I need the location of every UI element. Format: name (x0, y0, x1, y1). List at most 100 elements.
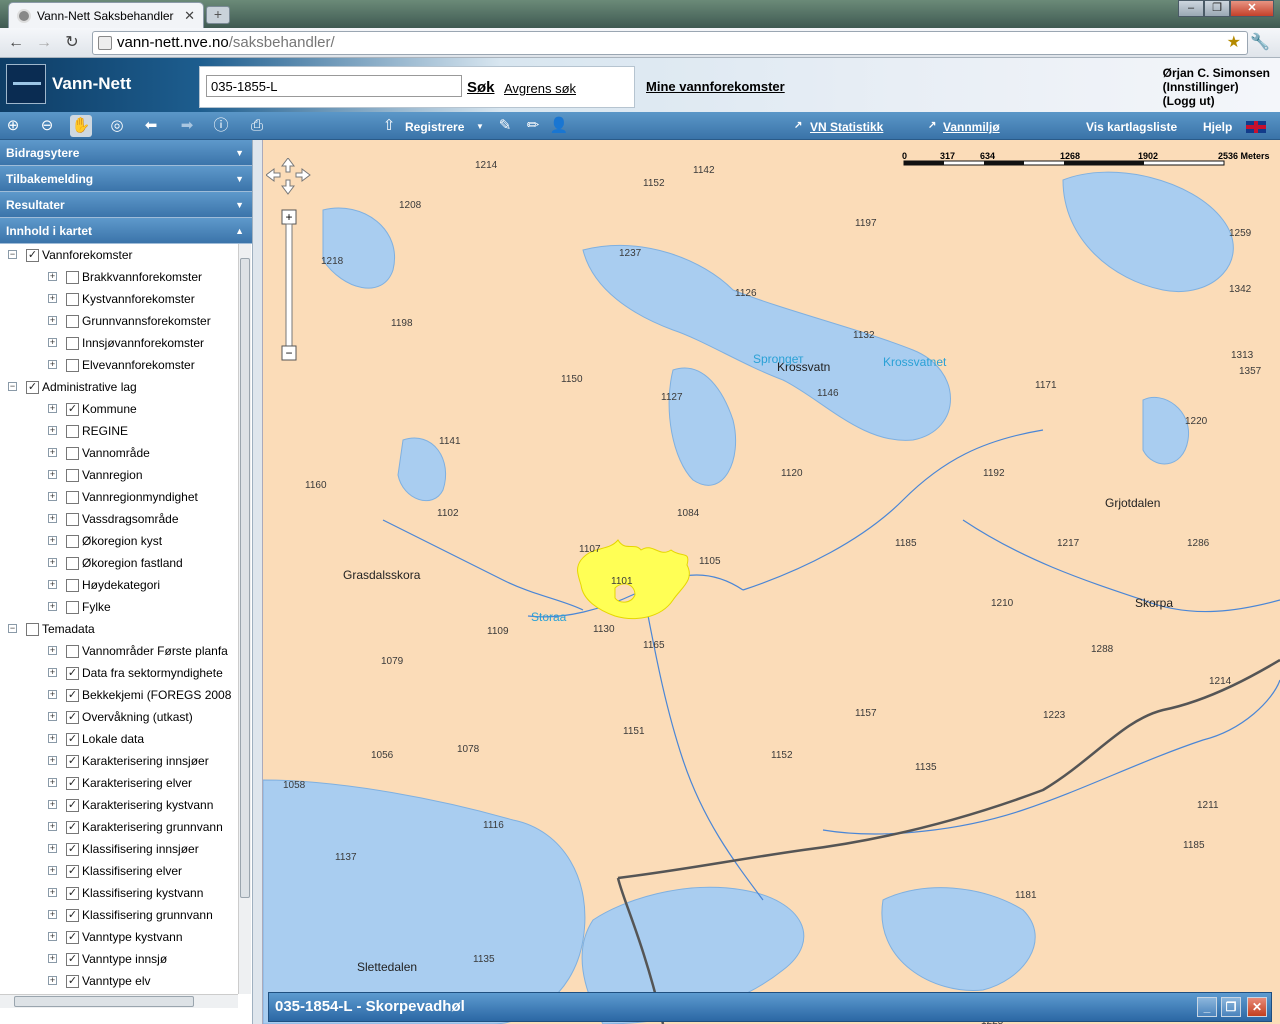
layer-checkbox[interactable] (66, 315, 79, 328)
expand-icon[interactable]: + (48, 448, 57, 457)
layer-checkbox[interactable] (66, 645, 79, 658)
tree-row[interactable]: − ✓ Vannforekomster (0, 244, 238, 266)
sidebar-splitter[interactable] (253, 140, 263, 1024)
reload-icon[interactable]: ↻ (62, 33, 82, 53)
panel-resultater[interactable]: Resultater ▼ (0, 192, 252, 218)
layer-checkbox[interactable]: ✓ (66, 843, 79, 856)
tree-row[interactable]: + ✓ Karakterisering kystvann (0, 794, 238, 816)
vn-statistics-link[interactable]: VN Statistikk (810, 120, 883, 134)
tree-row[interactable]: + ✓ Vanntype elv (0, 970, 238, 992)
refine-search-link[interactable]: Avgrens søk (504, 81, 576, 96)
browser-tab[interactable]: Vann-Nett Saksbehandler ✕ (8, 2, 204, 28)
tree-row[interactable]: + ✓ Klassifisering innsjøer (0, 838, 238, 860)
layer-checkbox[interactable] (26, 623, 39, 636)
expand-icon[interactable]: + (48, 536, 57, 545)
panel-maximize-icon[interactable]: ❐ (1221, 997, 1241, 1017)
panel-tilbakemelding[interactable]: Tilbakemelding ▼ (0, 166, 252, 192)
expand-icon[interactable]: + (48, 976, 57, 985)
layer-checkbox[interactable] (66, 271, 79, 284)
layer-checkbox[interactable]: ✓ (66, 733, 79, 746)
tree-row[interactable]: + Vannområde (0, 442, 238, 464)
tree-vertical-scrollbar[interactable] (238, 244, 251, 994)
tree-row[interactable]: + Vannregionmyndighet (0, 486, 238, 508)
next-extent-icon[interactable]: ➡ (176, 115, 198, 137)
tree-row[interactable]: + ✓ Data fra sektormyndighete (0, 662, 238, 684)
maximize-icon[interactable]: ❐ (1204, 0, 1230, 17)
pan-south-icon[interactable] (281, 179, 295, 195)
expand-icon[interactable]: + (48, 470, 57, 479)
layer-checkbox[interactable] (66, 293, 79, 306)
tree-row[interactable]: + ✓ Karakterisering grunnvann (0, 816, 238, 838)
layer-list-link[interactable]: Vis kartlagsliste (1086, 120, 1177, 134)
expand-icon[interactable]: + (48, 646, 57, 655)
tree-row[interactable]: + Høydekategori (0, 574, 238, 596)
layer-checkbox[interactable]: ✓ (66, 711, 79, 724)
wrench-icon[interactable]: 🔧 (1250, 32, 1270, 52)
expand-icon[interactable]: + (48, 316, 57, 325)
url-bar[interactable]: vann-nett.nve.no/saksbehandler/ ★ (92, 31, 1248, 55)
panel-close-icon[interactable]: ✕ (1247, 997, 1267, 1017)
layer-checkbox[interactable]: ✓ (66, 777, 79, 790)
layer-checkbox[interactable] (66, 359, 79, 372)
expand-icon[interactable]: + (48, 756, 57, 765)
expand-icon[interactable]: + (48, 558, 57, 567)
layer-checkbox[interactable]: ✓ (26, 381, 39, 394)
layer-checkbox[interactable]: ✓ (66, 887, 79, 900)
pan-hand-icon[interactable]: ✋ (70, 115, 92, 137)
expand-icon[interactable]: + (48, 338, 57, 347)
panel-minimize-icon[interactable]: _ (1197, 997, 1217, 1017)
uk-flag-icon[interactable] (1246, 121, 1266, 133)
tree-row[interactable]: − Temadata (0, 618, 238, 640)
minimize-icon[interactable]: – (1178, 0, 1204, 17)
layer-checkbox[interactable]: ✓ (66, 865, 79, 878)
search-input[interactable] (206, 75, 462, 97)
expand-icon[interactable]: + (48, 404, 57, 413)
draw-pencil-icon[interactable]: ✏ (522, 115, 544, 137)
expand-icon[interactable]: + (48, 712, 57, 721)
register-dropdown-icon[interactable]: ▼ (476, 122, 484, 131)
expand-icon[interactable]: + (48, 866, 57, 875)
layer-checkbox[interactable]: ✓ (66, 953, 79, 966)
layer-checkbox[interactable]: ✓ (26, 249, 39, 262)
my-waterbodies-link[interactable]: Mine vannforekomster (646, 79, 785, 94)
layer-checkbox[interactable] (66, 601, 79, 614)
tree-row[interactable]: − ✓ Administrative lag (0, 376, 238, 398)
add-user-icon[interactable]: 👤 (548, 115, 570, 137)
tree-row[interactable]: + Økoregion kyst (0, 530, 238, 552)
bookmark-star-icon[interactable]: ★ (1227, 32, 1241, 54)
pan-west-icon[interactable] (265, 168, 281, 182)
expand-icon[interactable]: + (48, 690, 57, 699)
layer-checkbox[interactable]: ✓ (66, 931, 79, 944)
new-tab-button[interactable]: + (206, 6, 230, 24)
search-button[interactable]: Søk (467, 79, 495, 96)
panel-innhold-i-kartet[interactable]: Innhold i kartet ▲ (0, 218, 252, 244)
logout-link[interactable]: (Logg ut) (1163, 94, 1270, 108)
scroll-thumb[interactable] (240, 258, 250, 898)
print-icon[interactable]: ⎙ (246, 115, 268, 137)
expand-icon[interactable]: + (48, 910, 57, 919)
register-icon[interactable]: ⇧ (378, 115, 400, 137)
zoom-out-icon[interactable]: ⊖ (36, 115, 58, 137)
expand-icon[interactable]: + (48, 294, 57, 303)
expand-icon[interactable]: + (48, 888, 57, 897)
tree-row[interactable]: + Vassdragsområde (0, 508, 238, 530)
tree-row[interactable]: + Økoregion fastland (0, 552, 238, 574)
layer-checkbox[interactable] (66, 469, 79, 482)
window-close-icon[interactable]: ✕ (1230, 0, 1274, 17)
layer-checkbox[interactable]: ✓ (66, 403, 79, 416)
zoom-in-icon[interactable]: ⊕ (2, 115, 24, 137)
tree-row[interactable]: + Fylke (0, 596, 238, 618)
layer-checkbox[interactable]: ✓ (66, 975, 79, 988)
map-view[interactable]: Grasdalsskora Grjotdalen Skorpa Krossvatn Sl… (263, 140, 1280, 1024)
back-icon[interactable]: ← (6, 33, 26, 53)
info-icon[interactable]: ⓘ (210, 115, 232, 137)
zoom-slider-track[interactable] (285, 223, 293, 347)
layer-checkbox[interactable] (66, 491, 79, 504)
expand-icon[interactable]: + (48, 932, 57, 941)
layer-checkbox[interactable] (66, 513, 79, 526)
tree-row[interactable]: + ✓ Klassifisering elver (0, 860, 238, 882)
help-link[interactable]: Hjelp (1203, 120, 1232, 134)
tree-row[interactable]: + ✓ Vanntype innsjø (0, 948, 238, 970)
layer-checkbox[interactable] (66, 557, 79, 570)
collapse-icon[interactable]: − (8, 382, 17, 391)
